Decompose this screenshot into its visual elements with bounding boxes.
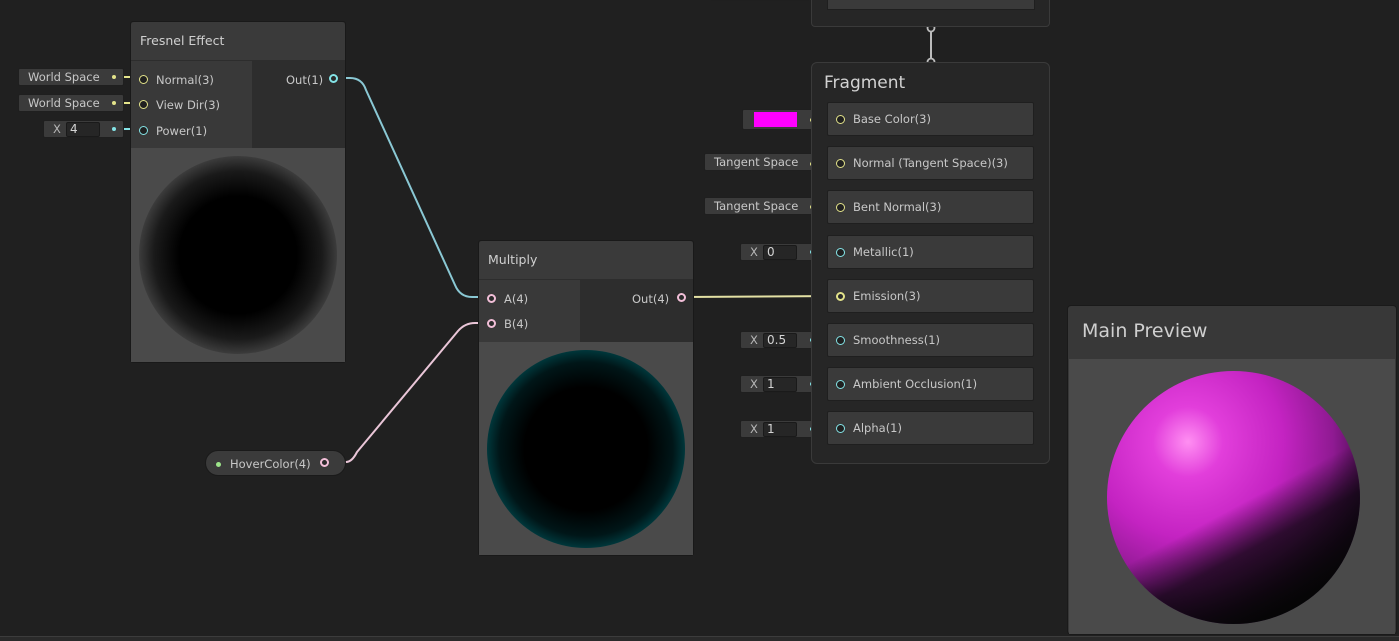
fresnel-preview-sphere <box>139 156 337 354</box>
metallic-block[interactable]: Metallic(1) <box>827 235 1034 269</box>
sphere-rim <box>1107 371 1360 624</box>
main-preview-title: Main Preview <box>1082 320 1208 342</box>
vertex-block[interactable] <box>811 0 1050 27</box>
emission-block[interactable]: Emission(3) <box>827 279 1034 313</box>
metallic-port[interactable] <box>836 248 845 257</box>
bent-normal-label: Bent Normal(3) <box>853 200 942 214</box>
canvas-bottom-border <box>0 636 1399 641</box>
property-exposed-indicator <box>216 462 221 467</box>
multiply-input-a-label: A(4) <box>504 292 529 306</box>
fresnel-output-label: Out(1) <box>286 73 324 87</box>
multiply-preview-sphere <box>487 349 685 548</box>
normal-space-connector <box>112 75 116 79</box>
alpha-axis-label: X <box>750 422 758 436</box>
smoothness-port[interactable] <box>836 336 845 345</box>
hovercolor-label: HoverColor(4) <box>230 457 311 471</box>
alpha-port[interactable] <box>836 424 845 433</box>
multiply-preview <box>479 342 693 555</box>
smoothness-block[interactable]: Smoothness(1) <box>827 323 1034 357</box>
multiply-input-b-port[interactable] <box>487 319 496 328</box>
multiply-inputs-panel <box>479 280 580 342</box>
emission-port[interactable] <box>836 292 845 301</box>
power-input-label: Power(1) <box>156 124 208 138</box>
smoothness-axis-label: X <box>750 333 758 347</box>
normal-ts-label: Normal (Tangent Space)(3) <box>853 156 1008 170</box>
normal-input-label: Normal(3) <box>156 73 214 87</box>
power-input-port[interactable] <box>139 126 148 135</box>
multiply-input-a-port[interactable] <box>487 294 496 303</box>
fragment-context[interactable]: Fragment Base Color(3) Normal (Tangent S… <box>811 62 1050 464</box>
main-preview-viewport[interactable] <box>1069 359 1395 634</box>
bent-normal-block[interactable]: Bent Normal(3) <box>827 190 1034 224</box>
multiply-input-b-label: B(4) <box>504 317 529 331</box>
base-color-block[interactable]: Base Color(3) <box>827 102 1034 136</box>
normal-ts-port[interactable] <box>836 159 845 168</box>
normal-tangent-space-dropdown[interactable]: Tangent Space <box>704 153 822 171</box>
metallic-axis-label: X <box>750 245 758 259</box>
vertex-block-row <box>827 0 1035 10</box>
fresnel-effect-node[interactable]: Fresnel Effect Normal(3) View Dir(3) Pow… <box>130 21 346 363</box>
metallic-label: Metallic(1) <box>853 245 914 259</box>
base-color-port[interactable] <box>836 115 845 124</box>
smoothness-value-field[interactable]: 0.5 <box>763 333 797 348</box>
main-preview-sphere <box>1107 371 1360 624</box>
view-dir-space-dropdown[interactable]: World Space <box>18 94 124 112</box>
emission-label: Emission(3) <box>853 289 921 303</box>
bent-normal-tangent-space-dropdown[interactable]: Tangent Space <box>704 197 822 215</box>
smoothness-label: Smoothness(1) <box>853 333 941 347</box>
ambient-occlusion-value-field[interactable]: 1 <box>763 377 797 392</box>
power-axis-label: X <box>53 122 61 136</box>
fragment-title: Fragment <box>824 73 906 93</box>
fresnel-preview <box>131 148 345 362</box>
main-preview-panel[interactable]: Main Preview <box>1067 305 1397 635</box>
multiply-output-label: Out(4) <box>632 292 670 306</box>
base-color-swatch[interactable] <box>754 112 797 127</box>
power-connector <box>112 127 116 131</box>
fresnel-node-title: Fresnel Effect <box>131 22 345 60</box>
hovercolor-property-node[interactable]: HoverColor(4) <box>205 450 346 476</box>
alpha-label: Alpha(1) <box>853 421 902 435</box>
metallic-value-field[interactable]: 0 <box>763 245 797 260</box>
view-dir-space-connector <box>112 101 116 105</box>
wire-fresnel-to-multiply-a <box>333 77 490 298</box>
ambient-occlusion-block[interactable]: Ambient Occlusion(1) <box>827 367 1034 401</box>
ambient-occlusion-label: Ambient Occlusion(1) <box>853 377 978 391</box>
multiply-node[interactable]: Multiply A(4) B(4) Out(4) <box>478 240 694 556</box>
vertex-input-chip <box>711 0 809 1</box>
view-dir-input-port[interactable] <box>139 100 148 109</box>
normal-input-port[interactable] <box>139 75 148 84</box>
base-color-label: Base Color(3) <box>853 112 931 126</box>
wire-hovercolor-to-multiply-b <box>330 322 490 463</box>
fresnel-output-port[interactable] <box>329 74 338 83</box>
alpha-block[interactable]: Alpha(1) <box>827 411 1034 445</box>
view-dir-input-label: View Dir(3) <box>156 98 221 112</box>
normal-space-dropdown[interactable]: World Space <box>18 68 124 86</box>
ambient-occlusion-axis-label: X <box>750 377 758 391</box>
ambient-occlusion-port[interactable] <box>836 380 845 389</box>
normal-ts-block[interactable]: Normal (Tangent Space)(3) <box>827 146 1034 180</box>
bent-normal-port[interactable] <box>836 203 845 212</box>
hovercolor-output-port[interactable] <box>320 458 329 467</box>
power-value-field[interactable]: 4 <box>66 122 100 137</box>
multiply-node-title: Multiply <box>479 241 693 279</box>
alpha-value-field[interactable]: 1 <box>763 422 797 437</box>
multiply-output-port[interactable] <box>677 293 686 302</box>
